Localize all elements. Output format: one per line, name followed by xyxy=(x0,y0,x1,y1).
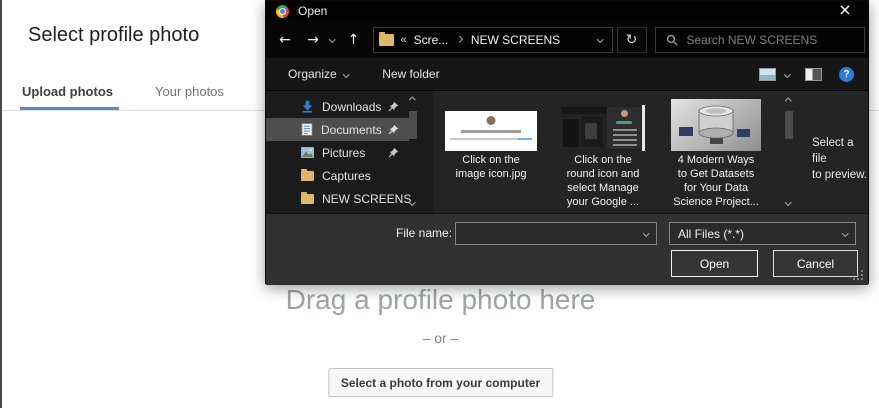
scroll-up-icon[interactable] xyxy=(409,97,416,104)
open-file-dialog: Open × ← → ↑ « Scre... NEW SCREENS ↻ Sea… xyxy=(265,0,869,285)
breadcrumb-parent[interactable]: Scre... xyxy=(414,33,449,47)
dialog-titlebar[interactable]: Open × xyxy=(266,1,868,21)
tab-your-photos[interactable]: Your photos xyxy=(153,80,226,103)
file-list-scrollbar[interactable] xyxy=(782,91,796,213)
address-bar[interactable]: « Scre... NEW SCREENS xyxy=(372,26,613,53)
drag-photo-hint: Drag a profile photo here xyxy=(285,284,596,315)
chrome-icon xyxy=(276,4,289,18)
close-icon[interactable]: × xyxy=(830,1,860,21)
cancel-button[interactable]: Cancel xyxy=(773,250,858,277)
back-icon[interactable]: ← xyxy=(274,29,296,51)
tab-upload-photos[interactable]: Upload photos xyxy=(20,80,115,103)
file-name-label: File name: xyxy=(396,226,453,240)
pin-icon[interactable] xyxy=(388,147,399,158)
documents-icon xyxy=(301,123,313,136)
organize-label: Organize xyxy=(288,67,337,81)
downloads-icon xyxy=(301,100,314,113)
pin-icon[interactable] xyxy=(388,124,399,135)
scroll-up-icon[interactable] xyxy=(785,98,792,105)
open-button[interactable]: Open xyxy=(671,250,758,277)
folder-icon xyxy=(301,168,314,181)
file-name-dropdown-icon[interactable] xyxy=(642,230,649,237)
sidebar-item-new-screens[interactable]: NEW SCREENS xyxy=(266,187,411,210)
breadcrumb-current[interactable]: NEW SCREENS xyxy=(471,33,560,47)
file-type-dropdown-icon[interactable] xyxy=(841,230,848,237)
up-icon[interactable]: ↑ xyxy=(343,29,365,51)
dialog-toolbar: Organize New folder ? xyxy=(266,58,868,91)
file-type-combobox[interactable]: All Files (*.*) xyxy=(669,222,856,245)
or-separator: – or – xyxy=(422,330,459,346)
refresh-icon[interactable]: ↻ xyxy=(616,26,647,53)
dialog-title: Open xyxy=(298,4,328,18)
dialog-main: Downloads Documents Pictures Captures NE… xyxy=(266,91,868,213)
scroll-down-icon[interactable] xyxy=(785,198,792,205)
file-name-caption: Click on the image icon.jpg xyxy=(455,154,527,180)
help-icon[interactable]: ? xyxy=(839,66,854,82)
file-name-caption: 4 Modern Ways to Get Datasets for Your D… xyxy=(673,154,759,208)
sidebar-item-downloads[interactable]: Downloads xyxy=(266,95,409,118)
file-thumbnail-dark-ui xyxy=(561,105,645,151)
file-list: Click on the image icon.jpg Click on the… xyxy=(433,91,782,213)
select-photo-button[interactable]: Select a photo from your computer xyxy=(327,368,554,397)
folder-icon xyxy=(301,191,314,204)
folder-icon xyxy=(378,31,394,46)
file-item-round-icon[interactable]: Click on the round icon and select Manag… xyxy=(553,91,653,209)
preview-hint: Select a file to preview. xyxy=(812,137,867,181)
breadcrumb-separator-icon[interactable] xyxy=(456,36,463,43)
pin-icon[interactable] xyxy=(388,101,399,112)
search-icon xyxy=(666,34,677,45)
forward-icon[interactable]: → xyxy=(302,29,324,51)
dialog-navbar: ← → ↑ « Scre... NEW SCREENS ↻ xyxy=(266,21,868,58)
navigation-pane: Downloads Documents Pictures Captures NE… xyxy=(266,91,433,213)
search-box[interactable] xyxy=(654,26,865,53)
thumbnail-view-icon[interactable] xyxy=(758,67,776,81)
organize-caret-icon xyxy=(342,70,350,78)
page-title: Select profile photo xyxy=(28,24,200,46)
file-thumbnail-white-page xyxy=(445,111,537,151)
file-name-caption: Click on the round icon and select Manag… xyxy=(566,154,640,208)
preview-pane: Select a file to preview. xyxy=(801,91,870,213)
file-name-combobox[interactable] xyxy=(455,222,657,245)
organize-menu[interactable]: Organize xyxy=(288,67,350,81)
scrollbar-thumb[interactable] xyxy=(785,111,793,139)
sidebar-item-captures[interactable]: Captures xyxy=(266,164,409,187)
file-name-input[interactable] xyxy=(456,226,644,241)
scroll-down-icon[interactable] xyxy=(409,198,416,205)
history-chevron-icon[interactable] xyxy=(329,36,336,43)
sidebar-item-pictures[interactable]: Pictures xyxy=(266,141,409,164)
preview-pane-icon[interactable] xyxy=(805,67,822,81)
scrollbar-thumb[interactable] xyxy=(409,111,417,139)
dialog-footer: File name: All Files (*.*) Open Cancel xyxy=(266,213,868,285)
file-item-datasets[interactable]: 4 Modern Ways to Get Datasets for Your D… xyxy=(666,91,766,209)
search-input[interactable] xyxy=(686,32,864,47)
resize-grip[interactable] xyxy=(861,278,863,280)
file-item-image-icon-jpg[interactable]: Click on the image icon.jpg xyxy=(441,91,541,181)
pictures-icon xyxy=(301,147,314,158)
file-thumbnail-database-3d xyxy=(671,99,761,151)
sidebar-scrollbar[interactable] xyxy=(407,91,419,213)
view-options-caret-icon[interactable] xyxy=(783,70,790,78)
new-folder-label: New folder xyxy=(382,67,440,81)
address-dropdown-icon[interactable] xyxy=(597,36,604,43)
breadcrumb-overflow[interactable]: « xyxy=(401,34,407,46)
sidebar-item-documents[interactable]: Documents xyxy=(266,118,409,141)
new-folder-button[interactable]: New folder xyxy=(382,67,439,81)
tab-bar: Upload photos Your photos xyxy=(20,80,226,103)
screen: Select profile photo Upload photos Your … xyxy=(0,0,879,408)
file-type-value: All Files (*.*) xyxy=(678,226,745,241)
